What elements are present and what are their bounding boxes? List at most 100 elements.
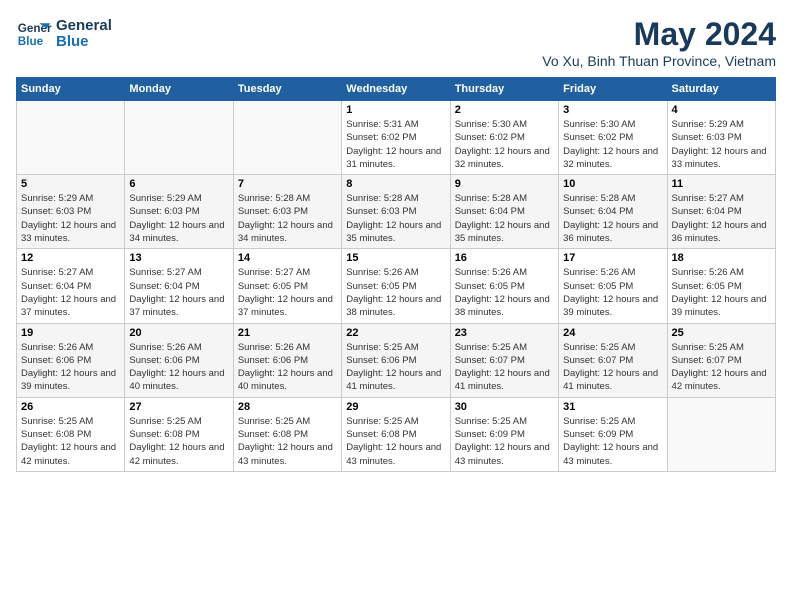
day-number: 22 (346, 327, 445, 339)
day-cell: 18Sunrise: 5:26 AM Sunset: 6:05 PM Dayli… (667, 249, 775, 323)
day-cell: 8Sunrise: 5:28 AM Sunset: 6:03 PM Daylig… (342, 175, 450, 249)
day-info: Sunrise: 5:27 AM Sunset: 6:04 PM Dayligh… (129, 266, 228, 319)
day-cell: 14 Sunrise: 5:27 AM Sunset: 6:05 PM Dayli… (233, 249, 341, 323)
day-cell (667, 397, 775, 471)
day-number: 15 (346, 252, 445, 264)
week-row-4: 19 Sunrise: 5:26 AM Sunset: 6:06 PM Dayli… (17, 323, 776, 397)
day-info: Sunrise: 5:28 AM Sunset: 6:04 PM Dayligh… (455, 192, 554, 245)
logo: General Blue General Blue (16, 16, 112, 52)
day-info: Sunrise: 5:25 AM Sunset: 6:06 PM Dayligh… (346, 341, 445, 394)
week-row-3: 12Sunrise: 5:27 AM Sunset: 6:04 PM Dayli… (17, 249, 776, 323)
day-cell: 22 Sunrise: 5:25 AM Sunset: 6:06 PM Dayli… (342, 323, 450, 397)
day-cell: 19Sunrise: 5:26 AM Sunset: 6:06 PM Dayli… (17, 323, 125, 397)
day-cell: 28 Sunrise: 5:25 AM Sunset: 6:08 PM Dayli… (233, 397, 341, 471)
day-number: 3 (563, 104, 662, 116)
day-info: Sunrise: 5:28 AM Sunset: 6:04 PM Dayligh… (563, 192, 662, 245)
day-info: Sunrise: 5:25 AM Sunset: 6:07 PM Dayligh… (455, 341, 554, 394)
day-number: 23 (455, 327, 554, 339)
day-cell: 31 Sunrise: 5:25 AM Sunset: 6:09 PM Dayli… (559, 397, 667, 471)
logo-icon: General Blue (16, 16, 52, 52)
day-info: Sunrise: 5:30 AM Sunset: 6:02 PM Dayligh… (563, 118, 662, 171)
day-info: Sunrise: 5:27 AM Sunset: 6:04 PM Dayligh… (672, 192, 771, 245)
day-cell: 23 Sunrise: 5:25 AM Sunset: 6:07 PM Dayli… (450, 323, 558, 397)
day-info: Sunrise: 5:28 AM Sunset: 6:03 PM Dayligh… (238, 192, 337, 245)
header: General Blue General Blue May 2024 Vo Xu… (16, 16, 776, 69)
day-info: Sunrise: 5:29 AM Sunset: 6:03 PM Dayligh… (21, 192, 120, 245)
day-info: Sunrise: 5:26 AM Sunset: 6:06 PM Dayligh… (129, 341, 228, 394)
col-header-sunday: Sunday (17, 78, 125, 101)
day-number: 8 (346, 178, 445, 190)
day-number: 21 (238, 327, 337, 339)
day-info: Sunrise: 5:25 AM Sunset: 6:08 PM Dayligh… (346, 415, 445, 468)
week-row-5: 26 Sunrise: 5:25 AM Sunset: 6:08 PM Dayli… (17, 397, 776, 471)
day-cell: 29 Sunrise: 5:25 AM Sunset: 6:08 PM Dayli… (342, 397, 450, 471)
day-number: 31 (563, 401, 662, 413)
day-cell: 13 Sunrise: 5:27 AM Sunset: 6:04 PM Dayli… (125, 249, 233, 323)
day-info: Sunrise: 5:27 AM Sunset: 6:05 PM Dayligh… (238, 266, 337, 319)
day-number: 25 (672, 327, 771, 339)
col-header-friday: Friday (559, 78, 667, 101)
day-info: Sunrise: 5:25 AM Sunset: 6:09 PM Dayligh… (563, 415, 662, 468)
day-number: 24 (563, 327, 662, 339)
day-cell: 24 Sunrise: 5:25 AM Sunset: 6:07 PM Dayli… (559, 323, 667, 397)
day-cell: 9 Sunrise: 5:28 AM Sunset: 6:04 PM Daylig… (450, 175, 558, 249)
day-cell: 7Sunrise: 5:28 AM Sunset: 6:03 PM Daylig… (233, 175, 341, 249)
day-number: 10 (563, 178, 662, 190)
day-cell (17, 101, 125, 175)
day-number: 19 (21, 327, 120, 339)
day-info: Sunrise: 5:25 AM Sunset: 6:09 PM Dayligh… (455, 415, 554, 468)
header-row: SundayMondayTuesdayWednesdayThursdayFrid… (17, 78, 776, 101)
day-cell: 4Sunrise: 5:29 AM Sunset: 6:03 PM Daylig… (667, 101, 775, 175)
day-info: Sunrise: 5:26 AM Sunset: 6:05 PM Dayligh… (455, 266, 554, 319)
svg-text:Blue: Blue (18, 35, 44, 48)
day-info: Sunrise: 5:29 AM Sunset: 6:03 PM Dayligh… (129, 192, 228, 245)
day-cell: 11 Sunrise: 5:27 AM Sunset: 6:04 PM Dayli… (667, 175, 775, 249)
day-number: 2 (455, 104, 554, 116)
logo-blue: Blue (56, 34, 112, 51)
day-cell (233, 101, 341, 175)
day-cell: 2 Sunrise: 5:30 AM Sunset: 6:02 PM Daylig… (450, 101, 558, 175)
day-info: Sunrise: 5:31 AM Sunset: 6:02 PM Dayligh… (346, 118, 445, 171)
col-header-saturday: Saturday (667, 78, 775, 101)
day-number: 27 (129, 401, 228, 413)
col-header-monday: Monday (125, 78, 233, 101)
day-info: Sunrise: 5:25 AM Sunset: 6:08 PM Dayligh… (21, 415, 120, 468)
day-info: Sunrise: 5:25 AM Sunset: 6:08 PM Dayligh… (238, 415, 337, 468)
day-cell: 20 Sunrise: 5:26 AM Sunset: 6:06 PM Dayli… (125, 323, 233, 397)
day-info: Sunrise: 5:26 AM Sunset: 6:05 PM Dayligh… (346, 266, 445, 319)
day-info: Sunrise: 5:27 AM Sunset: 6:04 PM Dayligh… (21, 266, 120, 319)
col-header-tuesday: Tuesday (233, 78, 341, 101)
day-number: 28 (238, 401, 337, 413)
day-number: 6 (129, 178, 228, 190)
day-info: Sunrise: 5:29 AM Sunset: 6:03 PM Dayligh… (672, 118, 771, 171)
day-cell (125, 101, 233, 175)
day-cell: 26 Sunrise: 5:25 AM Sunset: 6:08 PM Dayli… (17, 397, 125, 471)
day-info: Sunrise: 5:25 AM Sunset: 6:07 PM Dayligh… (563, 341, 662, 394)
day-number: 9 (455, 178, 554, 190)
title-area: May 2024 Vo Xu, Binh Thuan Province, Vie… (542, 16, 776, 69)
day-cell: 3 Sunrise: 5:30 AM Sunset: 6:02 PM Daylig… (559, 101, 667, 175)
day-cell: 6 Sunrise: 5:29 AM Sunset: 6:03 PM Daylig… (125, 175, 233, 249)
day-number: 13 (129, 252, 228, 264)
day-cell: 12Sunrise: 5:27 AM Sunset: 6:04 PM Dayli… (17, 249, 125, 323)
calendar-table: SundayMondayTuesdayWednesdayThursdayFrid… (16, 77, 776, 472)
day-cell: 15 Sunrise: 5:26 AM Sunset: 6:05 PM Dayli… (342, 249, 450, 323)
day-cell: 30 Sunrise: 5:25 AM Sunset: 6:09 PM Dayli… (450, 397, 558, 471)
day-info: Sunrise: 5:26 AM Sunset: 6:06 PM Dayligh… (238, 341, 337, 394)
day-number: 29 (346, 401, 445, 413)
day-number: 14 (238, 252, 337, 264)
day-number: 17 (563, 252, 662, 264)
col-header-wednesday: Wednesday (342, 78, 450, 101)
day-cell: 27Sunrise: 5:25 AM Sunset: 6:08 PM Dayli… (125, 397, 233, 471)
day-number: 30 (455, 401, 554, 413)
day-number: 11 (672, 178, 771, 190)
day-number: 16 (455, 252, 554, 264)
day-number: 20 (129, 327, 228, 339)
day-cell: 16 Sunrise: 5:26 AM Sunset: 6:05 PM Dayli… (450, 249, 558, 323)
week-row-1: 1Sunrise: 5:31 AM Sunset: 6:02 PM Daylig… (17, 101, 776, 175)
day-number: 18 (672, 252, 771, 264)
day-cell: 5Sunrise: 5:29 AM Sunset: 6:03 PM Daylig… (17, 175, 125, 249)
day-cell: 25Sunrise: 5:25 AM Sunset: 6:07 PM Dayli… (667, 323, 775, 397)
day-number: 26 (21, 401, 120, 413)
day-info: Sunrise: 5:30 AM Sunset: 6:02 PM Dayligh… (455, 118, 554, 171)
